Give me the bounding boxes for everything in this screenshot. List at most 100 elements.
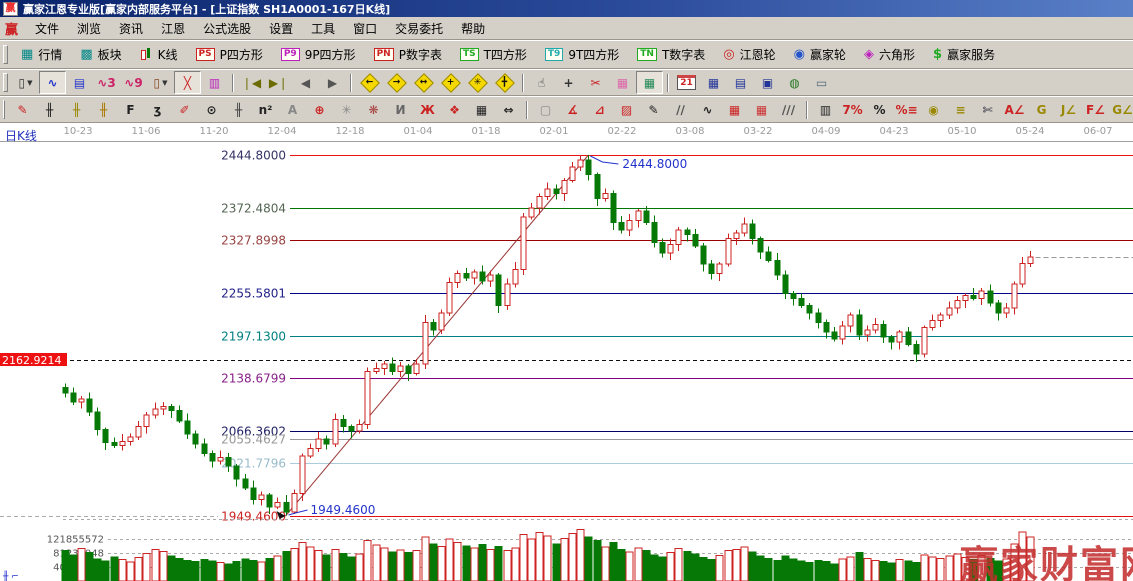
tool-pencil[interactable]: ✎: [640, 98, 667, 121]
tool-erase-line[interactable]: ✂: [582, 71, 609, 94]
tool-fan-lines[interactable]: ∡: [559, 98, 586, 121]
menu-item-4[interactable]: 公式选股: [194, 18, 260, 39]
tool-j-angle[interactable]: J∠: [1055, 98, 1082, 121]
tool-cut-tool[interactable]: ✄: [974, 98, 1001, 121]
tool-notes[interactable]: ▤: [727, 71, 754, 94]
tool-calendar[interactable]: 21: [673, 71, 700, 94]
menu-item-7[interactable]: 窗口: [344, 18, 386, 39]
tool-f-grid[interactable]: F: [117, 98, 144, 121]
tool-target-circle[interactable]: ⊕: [306, 98, 333, 121]
toolbar-drag-handle[interactable]: [3, 100, 5, 119]
toolbar-button-p-square[interactable]: PSP四方形: [187, 43, 272, 67]
menu-item-2[interactable]: 资讯: [110, 18, 152, 39]
tool-move-all[interactable]: ╋: [491, 71, 518, 94]
menu-item-9[interactable]: 帮助: [452, 18, 494, 39]
tool-grid-overlay[interactable]: ╳: [174, 71, 201, 94]
tool-pink-grid[interactable]: ▦: [609, 71, 636, 94]
tool-grid-plain[interactable]: ╫: [225, 98, 252, 121]
toolbar-button-winner-service[interactable]: $赢家服务: [924, 43, 1004, 67]
tool-web[interactable]: ✳: [333, 98, 360, 121]
toolbar-button-sectors[interactable]: ▩板块: [71, 43, 130, 67]
tool-percent-lines[interactable]: %≡: [893, 98, 920, 121]
candlestick-chart[interactable]: 2444.80002372.48042327.89982255.58012197…: [0, 142, 1133, 581]
toolbar-drag-handle[interactable]: [3, 45, 8, 64]
period-selector-dropdown-arrow[interactable]: ▼: [27, 79, 32, 87]
tool-move-right[interactable]: →: [383, 71, 410, 94]
toolbar-button-t9-square[interactable]: T99T四方形: [536, 43, 628, 67]
toolbar-drag-handle[interactable]: [3, 73, 8, 92]
tool-compress[interactable]: ✳: [464, 71, 491, 94]
menu-item-3[interactable]: 江恩: [152, 18, 194, 39]
tool-period-selector[interactable]: ▯▼: [12, 71, 39, 94]
tool-percent-7[interactable]: 7%: [839, 98, 866, 121]
tool-gann-pen[interactable]: ✎: [9, 98, 36, 121]
toolbar-button-p-number-table[interactable]: PNP数字表: [365, 43, 451, 67]
tool-crosshair-tool[interactable]: +: [555, 71, 582, 94]
toolbar-button-t-number-table[interactable]: TNT数字表: [628, 43, 714, 67]
tool-chart-9[interactable]: ∿9: [120, 71, 147, 94]
tool-lines-multi[interactable]: ∕∕∕: [775, 98, 802, 121]
tool-save[interactable]: ▣: [754, 71, 781, 94]
menu-item-5[interactable]: 设置: [260, 18, 302, 39]
tool-n2-grid[interactable]: n²: [252, 98, 279, 121]
tool-hand-tool[interactable]: ☝: [528, 71, 555, 94]
tool-gold-angle[interactable]: G∠: [1109, 98, 1133, 121]
toolbar-button-gann-wheel[interactable]: ◎江恩轮: [714, 43, 784, 67]
tool-measure-pen[interactable]: ✐: [171, 98, 198, 121]
tool-red-grid-2[interactable]: ▦: [748, 98, 775, 121]
tool-last-page[interactable]: ▶❘: [265, 71, 292, 94]
tool-gold-grid[interactable]: ╫: [63, 98, 90, 121]
gann-trendline[interactable]: [286, 155, 589, 516]
tool-shen-grid[interactable]: Ж: [414, 98, 441, 121]
tool-next-page[interactable]: ▶: [319, 71, 346, 94]
tool-calculator[interactable]: ▦: [700, 71, 727, 94]
tool-gold-grid-2[interactable]: ╫: [90, 98, 117, 121]
tool-compass[interactable]: ⊙: [198, 98, 225, 121]
toolbar-button-kline[interactable]: K线: [131, 43, 187, 67]
tool-red-grid[interactable]: ▦: [721, 98, 748, 121]
toolbar-button-p9-square[interactable]: P99P四方形: [272, 43, 365, 67]
menu-item-8[interactable]: 交易委托: [386, 18, 452, 39]
toolbar-button-quotes[interactable]: ▦行情: [12, 43, 71, 67]
tool-ying-grid[interactable]: ❖: [441, 98, 468, 121]
tool-candle-style[interactable]: ▯▼: [147, 71, 174, 94]
tool-s-grid[interactable]: ʒ: [144, 98, 171, 121]
menu-item-6[interactable]: 工具: [302, 18, 344, 39]
tool-gold-mark[interactable]: G: [1028, 98, 1055, 121]
chart-area[interactable]: 2444.80002372.48042327.89982255.58012197…: [0, 142, 1133, 581]
tool-first-page[interactable]: ❘◀: [238, 71, 265, 94]
tool-expand-all[interactable]: +: [437, 71, 464, 94]
tool-hatch-box[interactable]: ▨: [613, 98, 640, 121]
tool-world-clock[interactable]: ◍: [781, 71, 808, 94]
tool-move-left[interactable]: ←: [356, 71, 383, 94]
toolbar-button-hexagon[interactable]: ◈六角形: [855, 43, 924, 67]
tool-dashed-box[interactable]: ▢: [532, 98, 559, 121]
tool-gold-lines[interactable]: ≡: [947, 98, 974, 121]
tool-export[interactable]: ▭: [808, 71, 835, 94]
tool-expand-horizontal[interactable]: ↔: [410, 71, 437, 94]
tool-trend-curve[interactable]: ∿: [39, 71, 66, 94]
menu-item-1[interactable]: 浏览: [68, 18, 110, 39]
tool-lines-3[interactable]: ∕∕: [667, 98, 694, 121]
tool-fan-box[interactable]: ⊿: [586, 98, 613, 121]
tool-green-grid[interactable]: ▦: [636, 71, 663, 94]
tool-percent[interactable]: %: [866, 98, 893, 121]
tool-number-grid[interactable]: ▦: [468, 98, 495, 121]
toolbar-button-t-square[interactable]: TST四方形: [451, 43, 536, 67]
tool-f-angle[interactable]: F∠: [1082, 98, 1109, 121]
toolbar-button-winner-wheel[interactable]: ◉赢家轮: [785, 43, 855, 67]
tool-wave-w[interactable]: ∿: [694, 98, 721, 121]
tool-angle-red[interactable]: A∠: [1001, 98, 1028, 121]
menu-item-0[interactable]: 文件: [26, 18, 68, 39]
tool-width-tool[interactable]: ⇔: [495, 98, 522, 121]
tool-spider-web[interactable]: ❋: [360, 98, 387, 121]
tool-angle-a[interactable]: A: [279, 98, 306, 121]
tool-info-panel[interactable]: ▤: [66, 71, 93, 94]
candle-style-dropdown-arrow[interactable]: ▼: [162, 79, 167, 87]
tool-prev-page[interactable]: ◀: [292, 71, 319, 94]
tool-color-chart[interactable]: ▥: [201, 71, 228, 94]
tool-compare-bars[interactable]: ▥: [812, 98, 839, 121]
tool-gann-grid[interactable]: ╫: [36, 98, 63, 121]
tool-gold-circle[interactable]: ◉: [920, 98, 947, 121]
tool-wave-n[interactable]: И: [387, 98, 414, 121]
